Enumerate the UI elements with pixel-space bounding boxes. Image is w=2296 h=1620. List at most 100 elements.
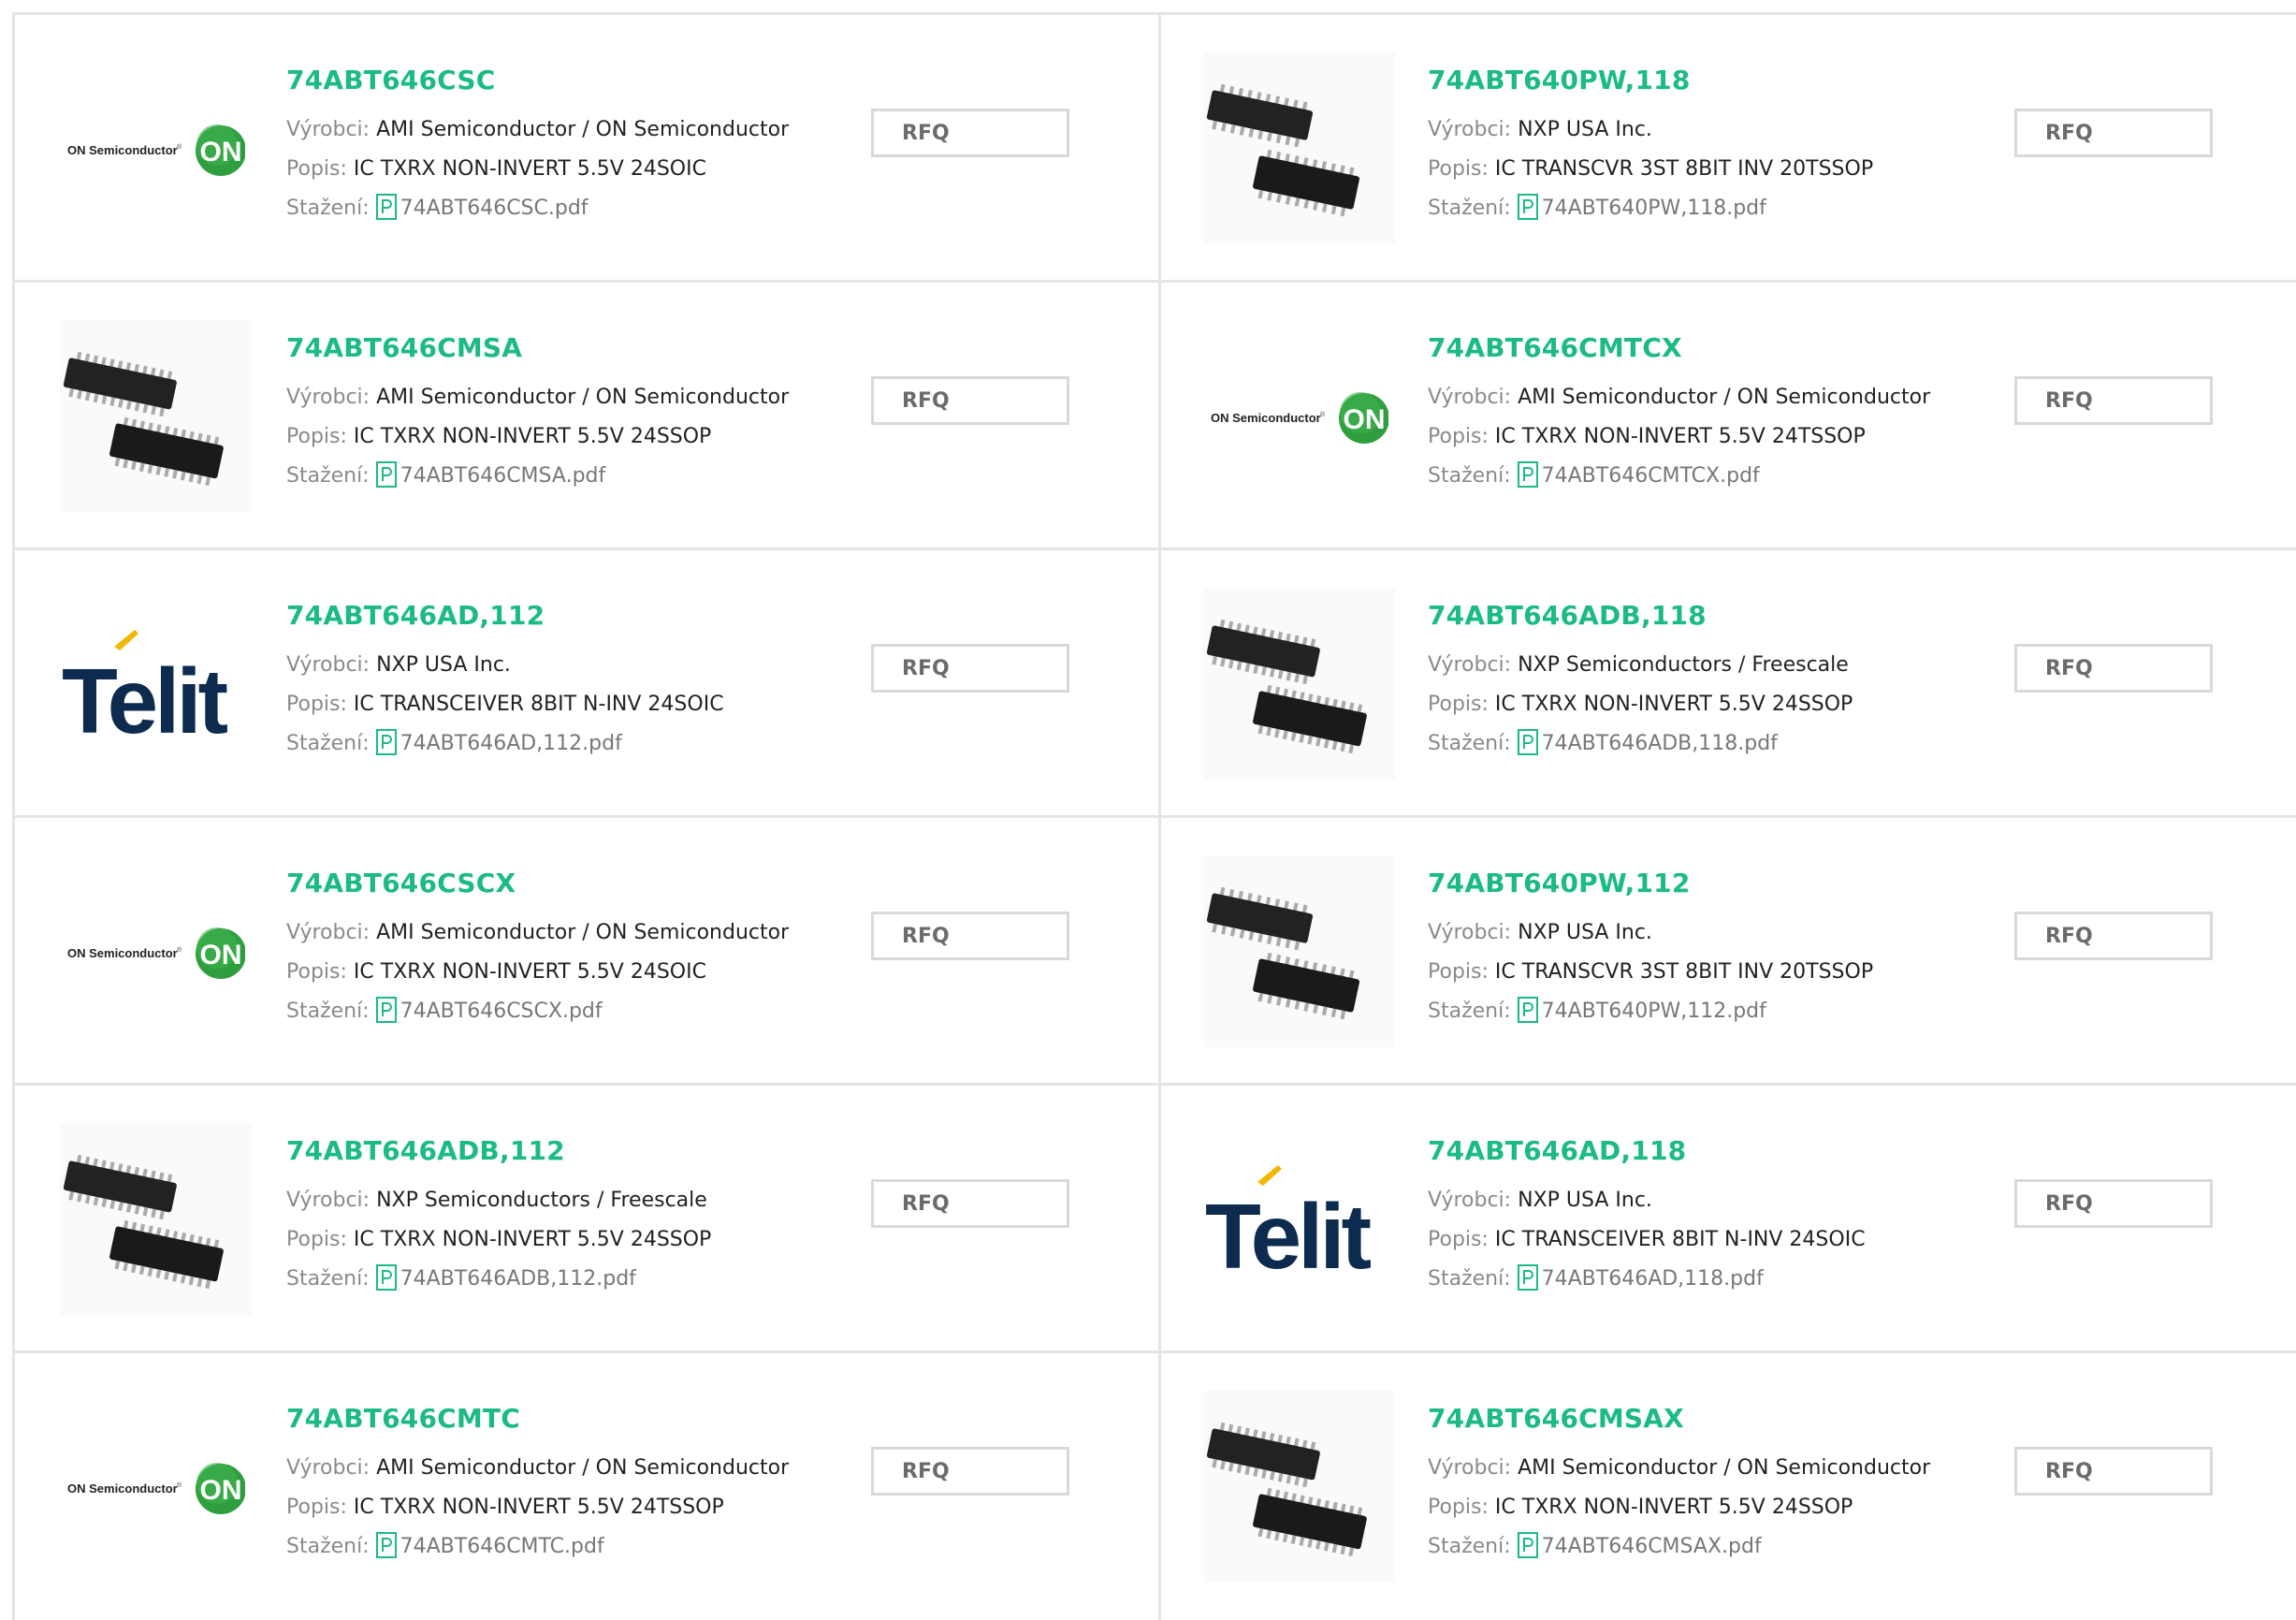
- rfq-button[interactable]: RFQ: [871, 109, 1069, 157]
- rfq-button[interactable]: RFQ: [871, 1447, 1069, 1496]
- manufacturer-label: Výrobci:: [286, 118, 371, 141]
- product-thumbnail[interactable]: [60, 1123, 252, 1315]
- on-badge-text: ON: [199, 1475, 241, 1506]
- part-number-link[interactable]: 74ABT646CMTC: [286, 1402, 789, 1436]
- manufacturer-value: NXP USA Inc.: [376, 653, 511, 677]
- svg-text:®: ®: [177, 946, 182, 954]
- on-semiconductor-logo: ON Semiconductor ® ON: [67, 1462, 245, 1514]
- product-card: 74ABT640PW,112 Výrobci: NXP USA Inc. Pop…: [1161, 818, 2296, 1086]
- datasheet-filename: 74ABT646CSC.pdf: [400, 197, 589, 220]
- manufacturer-label: Výrobci:: [1428, 386, 1512, 409]
- manufacturer-value: AMI Semiconductor / ON Semiconductor: [1518, 386, 1931, 409]
- datasheet-link[interactable]: 74ABT640PW,118.pdf: [1517, 194, 1766, 220]
- description-label: Popis:: [286, 960, 347, 984]
- product-card: 74ABT640PW,118 Výrobci: NXP USA Inc. Pop…: [1161, 15, 2296, 283]
- rfq-button[interactable]: RFQ: [871, 912, 1069, 960]
- description-value: IC TXRX NON-INVERT 5.5V 24SSOP: [353, 1228, 712, 1251]
- datasheet-link[interactable]: 74ABT646CMTC.pdf: [375, 1532, 604, 1558]
- svg-text:®: ®: [177, 143, 182, 151]
- rfq-button[interactable]: RFQ: [2014, 912, 2213, 960]
- product-thumbnail[interactable]: [1203, 588, 1395, 780]
- part-number-link[interactable]: 74ABT646CMSA: [286, 331, 789, 365]
- description-line: Popis: IC TXRX NON-INVERT 5.5V 24TSSOP: [1428, 417, 1930, 457]
- part-number-link[interactable]: 74ABT646CSCX: [286, 867, 789, 900]
- rfq-button[interactable]: RFQ: [2014, 1179, 2213, 1228]
- datasheet-link[interactable]: 74ABT646ADB,118.pdf: [1517, 729, 1778, 755]
- rfq-button[interactable]: RFQ: [2014, 109, 2213, 157]
- datasheet-link[interactable]: 74ABT646CMTCX.pdf: [1517, 461, 1760, 488]
- datasheet-filename: 74ABT646CMTCX.pdf: [1541, 464, 1760, 488]
- rfq-button[interactable]: RFQ: [2014, 376, 2213, 425]
- description-label: Popis:: [1428, 960, 1489, 984]
- product-thumbnail[interactable]: [60, 320, 252, 512]
- ic-chip-photo: [1206, 83, 1360, 217]
- datasheet-link[interactable]: 74ABT646CMSA.pdf: [375, 461, 605, 488]
- part-number-link[interactable]: 74ABT646CMSAX: [1428, 1402, 1930, 1436]
- description-line: Popis: IC TRANSCEIVER 8BIT N-INV 24SOIC: [1428, 1220, 1866, 1260]
- datasheet-filename: 74ABT646CMTC.pdf: [400, 1535, 604, 1558]
- datasheet-filename: 74ABT646AD,112.pdf: [400, 732, 622, 755]
- part-number-link[interactable]: 74ABT640PW,118: [1428, 64, 1873, 97]
- on-semi-wordmark: ON Semiconductor: [67, 946, 178, 960]
- datasheet-link[interactable]: 74ABT646CSC.pdf: [375, 194, 589, 220]
- product-thumbnail[interactable]: ON Semiconductor ® ON: [60, 855, 252, 1047]
- telit-logo: Telit: [1205, 1164, 1375, 1276]
- rfq-button[interactable]: RFQ: [2014, 644, 2213, 693]
- datasheet-link[interactable]: 74ABT646CMSAX.pdf: [1517, 1532, 1762, 1558]
- part-number-link[interactable]: 74ABT646CMTCX: [1428, 331, 1930, 365]
- manufacturer-label: Výrobci:: [286, 653, 371, 677]
- pdf-icon: [375, 461, 397, 488]
- description-label: Popis:: [1428, 1228, 1489, 1251]
- download-label: Stažení:: [286, 1267, 370, 1291]
- rfq-button[interactable]: RFQ: [2014, 1447, 2213, 1496]
- part-number-link[interactable]: 74ABT646CSC: [286, 64, 789, 97]
- description-value: IC TXRX NON-INVERT 5.5V 24SSOP: [1494, 693, 1853, 716]
- rfq-button[interactable]: RFQ: [871, 644, 1069, 693]
- product-info: 74ABT646ADB,118 Výrobci: NXP Semiconduct…: [1428, 599, 1853, 764]
- product-thumbnail[interactable]: Telit: [1203, 1123, 1395, 1315]
- manufacturer-label: Výrobci:: [286, 1456, 371, 1480]
- product-info: 74ABT640PW,112 Výrobci: NXP USA Inc. Pop…: [1428, 867, 1873, 1031]
- datasheet-link[interactable]: 74ABT646ADB,112.pdf: [375, 1264, 636, 1291]
- product-thumbnail[interactable]: ON Semiconductor ® ON: [1203, 320, 1395, 512]
- description-line: Popis: IC TRANSCEIVER 8BIT N-INV 24SOIC: [286, 685, 724, 724]
- manufacturer-label: Výrobci:: [286, 386, 371, 409]
- part-number-link[interactable]: 74ABT646AD,112: [286, 599, 724, 633]
- part-number-link[interactable]: 74ABT640PW,112: [1428, 867, 1873, 900]
- telit-wordmark: Telit: [1205, 1185, 1372, 1276]
- manufacturer-value: NXP USA Inc.: [1518, 1189, 1652, 1212]
- svg-text:®: ®: [177, 1481, 182, 1489]
- manufacturer-line: Výrobci: AMI Semiconductor / ON Semicond…: [1428, 1449, 1930, 1488]
- product-thumbnail[interactable]: Telit: [60, 588, 252, 780]
- download-label: Stažení:: [286, 197, 370, 220]
- description-line: Popis: IC TXRX NON-INVERT 5.5V 24SOIC: [286, 953, 789, 992]
- datasheet-link[interactable]: 74ABT640PW,112.pdf: [1517, 997, 1766, 1023]
- download-line: Stažení: 74ABT640PW,112.pdf: [1428, 992, 1873, 1031]
- manufacturer-label: Výrobci:: [286, 1189, 371, 1212]
- product-thumbnail[interactable]: [1203, 1391, 1395, 1583]
- datasheet-link[interactable]: 74ABT646CSCX.pdf: [375, 997, 603, 1023]
- pdf-icon: [375, 1264, 397, 1291]
- description-line: Popis: IC TXRX NON-INVERT 5.5V 24SSOP: [1428, 1488, 1930, 1527]
- datasheet-link[interactable]: 74ABT646AD,112.pdf: [375, 729, 622, 755]
- telit-logo: Telit: [62, 629, 232, 740]
- part-number-link[interactable]: 74ABT646ADB,112: [286, 1134, 711, 1168]
- rfq-button[interactable]: RFQ: [871, 376, 1069, 425]
- manufacturer-line: Výrobci: NXP Semiconductors / Freescale: [1428, 646, 1853, 685]
- product-thumbnail[interactable]: [1203, 52, 1395, 244]
- description-line: Popis: IC TRANSCVR 3ST 8BIT INV 20TSSOP: [1428, 150, 1873, 189]
- product-thumbnail[interactable]: ON Semiconductor ® ON: [60, 1391, 252, 1583]
- description-value: IC TXRX NON-INVERT 5.5V 24SOIC: [353, 157, 706, 181]
- rfq-button[interactable]: RFQ: [871, 1179, 1069, 1228]
- manufacturer-value: NXP USA Inc.: [1518, 118, 1652, 141]
- product-thumbnail[interactable]: ON Semiconductor ® ON: [60, 52, 252, 244]
- part-number-link[interactable]: 74ABT646ADB,118: [1428, 599, 1853, 633]
- product-card: ON Semiconductor ® ON 74ABT646CMTC Výrob…: [15, 1353, 1161, 1620]
- product-thumbnail[interactable]: [1203, 855, 1395, 1047]
- datasheet-link[interactable]: 74ABT646AD,118.pdf: [1517, 1264, 1764, 1291]
- manufacturer-label: Výrobci:: [1428, 1456, 1512, 1480]
- on-semiconductor-logo: ON Semiconductor ® ON: [67, 927, 245, 979]
- description-line: Popis: IC TXRX NON-INVERT 5.5V 24SSOP: [286, 1220, 711, 1260]
- on-badge-text: ON: [199, 137, 241, 168]
- part-number-link[interactable]: 74ABT646AD,118: [1428, 1134, 1866, 1168]
